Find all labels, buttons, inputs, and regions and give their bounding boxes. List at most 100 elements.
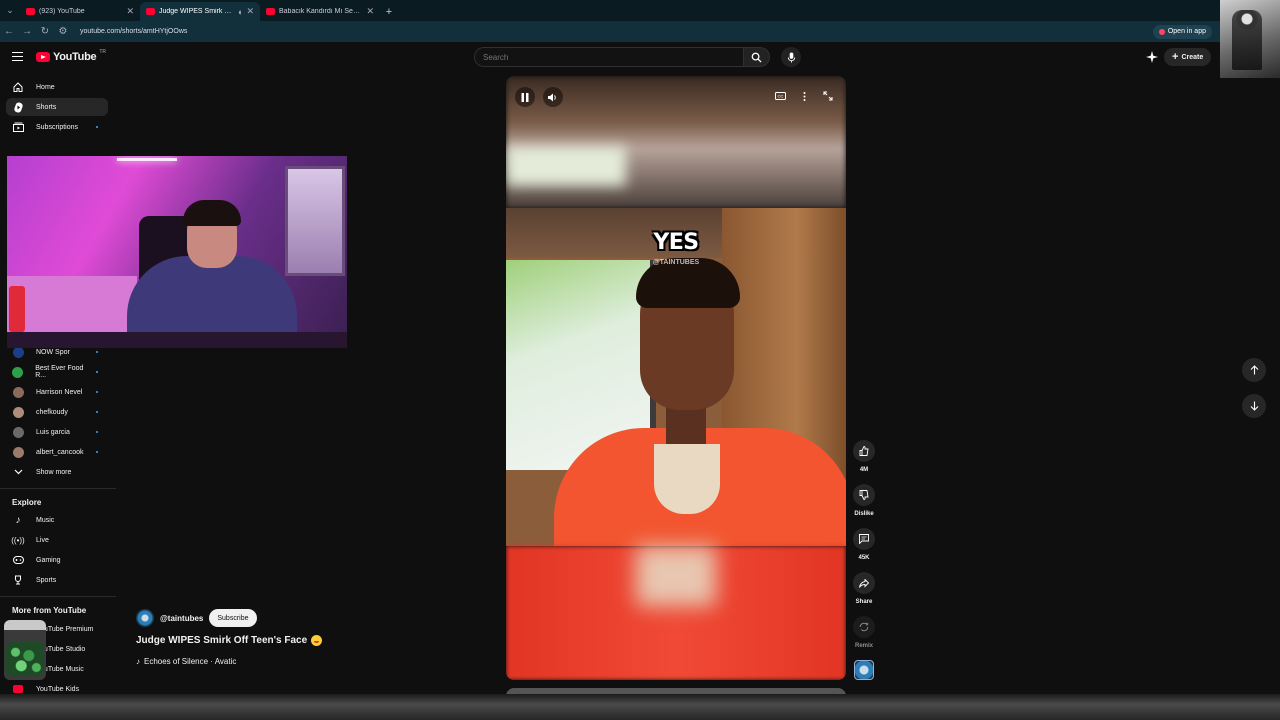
volume-icon bbox=[548, 93, 556, 101]
sidebar-item-live[interactable]: ((•)) Live bbox=[6, 531, 108, 549]
next-short-button[interactable] bbox=[1242, 394, 1266, 418]
channel-avatar bbox=[12, 366, 24, 378]
channel-thumbnail-button[interactable] bbox=[854, 660, 874, 680]
site-info-icon[interactable]: ⚙ bbox=[54, 21, 72, 42]
sidebar-item-label: NOW Spor bbox=[36, 348, 70, 356]
comment-count: 45K bbox=[858, 555, 870, 561]
sidebar-item-label: Harrison Nevel bbox=[36, 388, 83, 396]
sidebar-item-home[interactable]: Home bbox=[6, 78, 108, 96]
youtube-logo[interactable]: YouTube TR bbox=[36, 49, 106, 63]
subscriptions-icon bbox=[12, 121, 24, 133]
new-content-dot bbox=[96, 391, 98, 393]
hamburger-menu-icon[interactable] bbox=[12, 52, 23, 61]
captions-icon: CC bbox=[774, 92, 786, 100]
sidebar-item-sports[interactable]: Sports bbox=[6, 571, 108, 589]
volume-button[interactable] bbox=[543, 87, 563, 107]
fullscreen-button[interactable] bbox=[819, 87, 837, 105]
explore-heading: Explore bbox=[12, 498, 42, 507]
url-field[interactable]: youtube.com/shorts/amtHYtjOOws bbox=[80, 28, 1153, 35]
create-label: Create bbox=[1181, 53, 1204, 61]
back-arrow-icon[interactable]: ← bbox=[0, 21, 18, 42]
youtube-favicon-icon bbox=[146, 8, 155, 15]
remix-button[interactable]: Remix bbox=[852, 616, 876, 649]
tab-search-icon[interactable]: ⌄ bbox=[0, 0, 20, 21]
new-content-dot bbox=[96, 431, 98, 433]
sidebar-item-label: Luis garcia bbox=[36, 428, 70, 436]
plus-icon: + bbox=[1172, 51, 1179, 63]
gemini-spark-icon[interactable] bbox=[1146, 51, 1158, 63]
close-tab-icon[interactable]: ✕ bbox=[126, 6, 134, 17]
kebab-menu-icon bbox=[803, 91, 805, 101]
new-content-dot bbox=[96, 411, 98, 413]
youtube-favicon-icon bbox=[26, 8, 35, 15]
sidebar-item-label: chefkoudy bbox=[36, 408, 68, 416]
channel-avatar bbox=[12, 426, 24, 438]
forward-arrow-icon[interactable]: → bbox=[18, 21, 36, 42]
remix-icon bbox=[859, 622, 869, 632]
sidebar-subscription-item[interactable]: Best Ever Food R... bbox=[6, 363, 108, 381]
comment-icon bbox=[859, 534, 869, 544]
video-watermark: @TAINTUBES bbox=[652, 259, 700, 266]
sidebar-item-music[interactable]: ♪ Music bbox=[6, 511, 108, 529]
channel-avatar bbox=[12, 386, 24, 398]
search-input[interactable] bbox=[474, 47, 744, 67]
subscribe-button[interactable]: Subscribe bbox=[209, 609, 257, 627]
dislike-label: Dislike bbox=[854, 511, 874, 517]
audio-icon[interactable]: ◖ bbox=[237, 7, 242, 17]
sidebar-item-label: Gaming bbox=[36, 556, 61, 564]
new-content-dot bbox=[96, 126, 98, 128]
captions-button[interactable]: CC bbox=[771, 87, 789, 105]
youtube-play-icon bbox=[36, 52, 50, 62]
voice-search-button[interactable] bbox=[781, 47, 801, 67]
share-button[interactable]: Share bbox=[852, 572, 876, 605]
chevron-down-icon bbox=[12, 466, 24, 478]
search-button[interactable] bbox=[744, 47, 770, 67]
sidebar-item-gaming[interactable]: Gaming bbox=[6, 551, 108, 569]
home-icon bbox=[12, 81, 24, 93]
music-note-icon: ♪ bbox=[136, 657, 140, 666]
sidebar-subscription-item[interactable]: albert_cancook bbox=[6, 443, 108, 461]
new-tab-button[interactable]: + bbox=[380, 2, 398, 21]
previous-short-button[interactable] bbox=[1242, 358, 1266, 382]
comments-button[interactable]: 45K bbox=[852, 528, 876, 561]
browser-tab-active[interactable]: Judge WIPES Smirk Off Tee ◖ ✕ bbox=[140, 2, 260, 21]
like-button[interactable]: 4M bbox=[852, 440, 876, 473]
sidebar-item-label: Music bbox=[36, 516, 55, 524]
masthead-actions: + Create bbox=[1146, 48, 1212, 66]
show-more-button[interactable]: Show more bbox=[6, 463, 108, 481]
sidebar-divider bbox=[0, 488, 116, 489]
sidebar-subscription-item[interactable]: chefkoudy bbox=[6, 403, 108, 421]
more-options-button[interactable] bbox=[795, 87, 813, 105]
close-tab-icon[interactable]: ✕ bbox=[246, 6, 254, 17]
open-in-app-button[interactable]: Open in app bbox=[1152, 24, 1212, 39]
dislike-button[interactable]: Dislike bbox=[852, 484, 876, 517]
sidebar-item-subscriptions[interactable]: Subscriptions bbox=[6, 118, 108, 136]
channel-name[interactable]: @taintubes bbox=[160, 614, 203, 623]
channel-avatar[interactable] bbox=[136, 609, 154, 627]
channel-avatar bbox=[12, 446, 24, 458]
sidebar-item-label: YouTube Kids bbox=[36, 685, 80, 693]
music-row[interactable]: ♪ Echoes of Silence · Avatic bbox=[136, 657, 236, 666]
open-in-app-label: Open in app bbox=[1167, 28, 1206, 35]
sidebar-item-label: Best Ever Food R... bbox=[35, 365, 84, 379]
reload-icon[interactable]: ↻ bbox=[36, 21, 54, 42]
thumbs-up-icon bbox=[859, 446, 869, 456]
sidebar-subscription-item[interactable]: Harrison Nevel bbox=[6, 383, 108, 401]
streamer-webcam-overlay bbox=[7, 156, 347, 348]
jar-overlay-image bbox=[4, 620, 46, 680]
close-tab-icon[interactable]: ✕ bbox=[366, 6, 374, 17]
shorts-player[interactable]: YES @TAINTUBES CC bbox=[506, 76, 846, 680]
more-from-youtube-heading: More from YouTube bbox=[12, 606, 87, 615]
create-button[interactable]: + Create bbox=[1164, 48, 1212, 66]
pause-button[interactable] bbox=[515, 87, 535, 107]
microphone-icon bbox=[787, 51, 795, 63]
short-title[interactable]: Judge WIPES Smirk Off Teen's Face bbox=[136, 635, 307, 646]
new-content-dot bbox=[96, 371, 98, 373]
sidebar-item-shorts[interactable]: Shorts bbox=[6, 98, 108, 116]
trophy-icon bbox=[12, 574, 24, 586]
browser-tab[interactable]: Babacık Kandırdı Mı Seni? - Yo ✕ bbox=[260, 2, 380, 21]
channel-row: @taintubes Subscribe bbox=[136, 609, 257, 627]
sidebar-subscription-item[interactable]: Luis garcia bbox=[6, 423, 108, 441]
address-bar-row: ← → ↻ ⚙ youtube.com/shorts/amtHYtjOOws O… bbox=[0, 21, 1280, 42]
browser-tab[interactable]: (923) YouTube ✕ bbox=[20, 2, 140, 21]
